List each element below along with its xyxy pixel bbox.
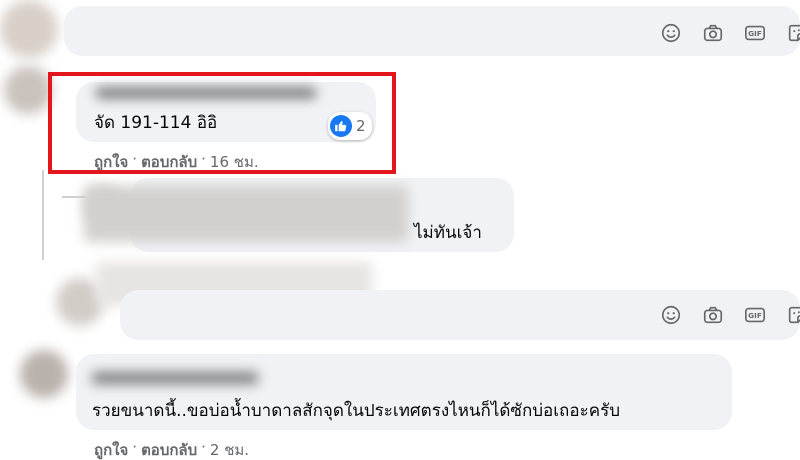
gif-icon[interactable]: GIF <box>744 304 766 326</box>
comment-text: รวยขนาดนี้..ขอบ่อน้ำบาดาลสักจุดในประเทศต… <box>92 401 620 421</box>
avatar <box>20 350 68 398</box>
separator: · <box>201 438 206 456</box>
highlight-box <box>48 72 396 174</box>
author-name[interactable] <box>92 372 258 384</box>
composer-icons: GIF <box>660 304 800 326</box>
smiley-icon[interactable] <box>660 22 682 44</box>
composer-icons: GIF <box>660 22 800 44</box>
svg-text:GIF: GIF <box>748 29 762 38</box>
avatar <box>0 0 58 58</box>
reply-blurred-content <box>84 186 408 242</box>
separator: · <box>132 438 138 456</box>
thread-line <box>42 170 44 260</box>
timestamp[interactable]: 2 ชม. <box>210 438 249 460</box>
comment-meta: ถูกใจ · ตอบกลับ · 2 ชม. <box>94 438 249 460</box>
camera-icon[interactable] <box>702 304 724 326</box>
reply-link[interactable]: ตอบกลับ <box>141 438 197 460</box>
camera-icon[interactable] <box>702 22 724 44</box>
avatar <box>4 66 52 114</box>
comment-text: ไม่ทันเจ้า <box>414 223 482 243</box>
smiley-icon[interactable] <box>660 304 682 326</box>
svg-text:GIF: GIF <box>748 311 762 320</box>
gif-icon[interactable]: GIF <box>744 22 766 44</box>
thread-line <box>62 196 86 198</box>
sticker-icon[interactable] <box>786 22 800 44</box>
like-link[interactable]: ถูกใจ <box>94 438 128 460</box>
sticker-icon[interactable] <box>786 304 800 326</box>
